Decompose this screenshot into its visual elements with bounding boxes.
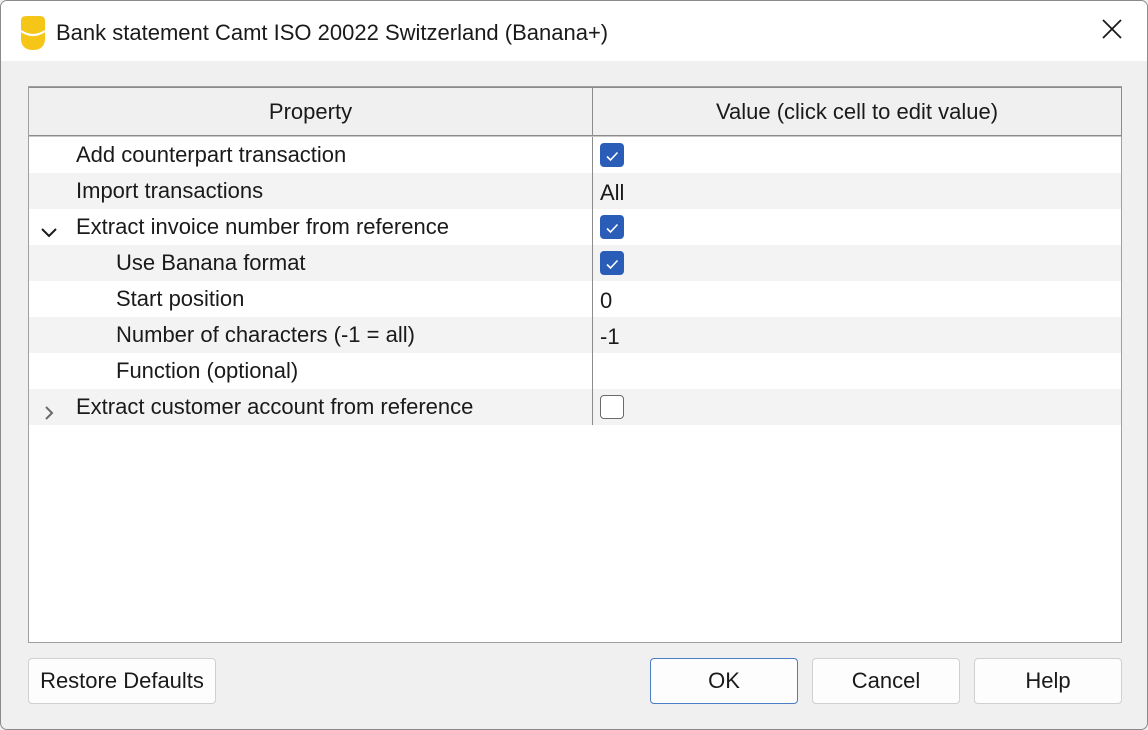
value-cell[interactable] bbox=[593, 389, 1121, 425]
column-header-value[interactable]: Value (click cell to edit value) bbox=[592, 87, 1122, 136]
property-label: Number of characters (-1 = all) bbox=[116, 322, 415, 347]
table-row-function[interactable]: Function (optional) bbox=[29, 353, 1121, 389]
checkmark-icon bbox=[606, 259, 619, 270]
table-row-start-position[interactable]: Start position 0 bbox=[29, 281, 1121, 317]
value-cell[interactable] bbox=[593, 245, 1121, 281]
cancel-button[interactable]: Cancel bbox=[812, 658, 960, 704]
banana-app-icon bbox=[19, 16, 47, 50]
ok-button[interactable]: OK bbox=[650, 658, 798, 704]
property-label: Function (optional) bbox=[116, 358, 299, 383]
property-cell: Number of characters (-1 = all) bbox=[29, 317, 592, 353]
restore-defaults-button[interactable]: Restore Defaults bbox=[28, 658, 216, 704]
table-row-extract-customer-account[interactable]: Extract customer account from reference bbox=[29, 389, 1121, 425]
property-cell: Import transactions bbox=[29, 173, 592, 209]
value-cell[interactable] bbox=[593, 137, 1121, 173]
table-row-number-of-characters[interactable]: Number of characters (-1 = all) -1 bbox=[29, 317, 1121, 353]
property-label: Use Banana format bbox=[116, 250, 306, 275]
table-row-extract-invoice-number[interactable]: Extract invoice number from reference bbox=[29, 209, 1121, 245]
checkbox-add-counterpart-transaction[interactable] bbox=[600, 143, 624, 167]
table-header: Property Value (click cell to edit value… bbox=[29, 87, 1122, 137]
title-bar: Bank statement Camt ISO 20022 Switzerlan… bbox=[1, 1, 1147, 61]
property-cell: Extract customer account from reference bbox=[29, 389, 592, 425]
import-transactions-value[interactable]: All bbox=[600, 175, 624, 211]
value-cell[interactable]: All bbox=[593, 173, 1121, 209]
number-of-characters-value[interactable]: -1 bbox=[600, 319, 620, 355]
table-body: Add counterpart transaction Import trans… bbox=[29, 137, 1121, 425]
dialog-window: Bank statement Camt ISO 20022 Switzerlan… bbox=[0, 0, 1148, 730]
value-cell[interactable] bbox=[593, 353, 1121, 389]
chevron-down-icon[interactable] bbox=[39, 218, 59, 238]
checkbox-use-banana-format[interactable] bbox=[600, 251, 624, 275]
properties-table: Property Value (click cell to edit value… bbox=[28, 86, 1122, 643]
property-label: Add counterpart transaction bbox=[76, 142, 347, 167]
property-cell: Function (optional) bbox=[29, 353, 592, 389]
column-divider bbox=[592, 137, 593, 425]
property-cell: Start position bbox=[29, 281, 592, 317]
property-cell: Add counterpart transaction bbox=[29, 137, 592, 173]
table-row-add-counterpart-transaction[interactable]: Add counterpart transaction bbox=[29, 137, 1121, 173]
checkbox-extract-customer-account[interactable] bbox=[600, 395, 624, 419]
value-cell[interactable] bbox=[593, 209, 1121, 245]
help-button[interactable]: Help bbox=[974, 658, 1122, 704]
property-label: Start position bbox=[116, 286, 245, 311]
property-label: Extract invoice number from reference bbox=[76, 214, 449, 239]
close-button[interactable] bbox=[1077, 1, 1147, 61]
column-header-property[interactable]: Property bbox=[29, 87, 593, 136]
property-cell: Use Banana format bbox=[29, 245, 592, 281]
property-label: Extract customer account from reference bbox=[76, 394, 474, 419]
close-icon bbox=[1101, 18, 1123, 45]
value-cell[interactable]: 0 bbox=[593, 281, 1121, 317]
property-cell: Extract invoice number from reference bbox=[29, 209, 592, 245]
checkmark-icon bbox=[606, 223, 619, 234]
checkmark-icon bbox=[606, 151, 619, 162]
window-title: Bank statement Camt ISO 20022 Switzerlan… bbox=[56, 20, 609, 45]
table-row-use-banana-format[interactable]: Use Banana format bbox=[29, 245, 1121, 281]
checkbox-extract-invoice-number[interactable] bbox=[600, 215, 624, 239]
start-position-value[interactable]: 0 bbox=[600, 283, 612, 319]
value-cell[interactable]: -1 bbox=[593, 317, 1121, 353]
chevron-right-icon[interactable] bbox=[39, 398, 59, 420]
property-label: Import transactions bbox=[76, 178, 264, 203]
table-row-import-transactions[interactable]: Import transactions All bbox=[29, 173, 1121, 209]
